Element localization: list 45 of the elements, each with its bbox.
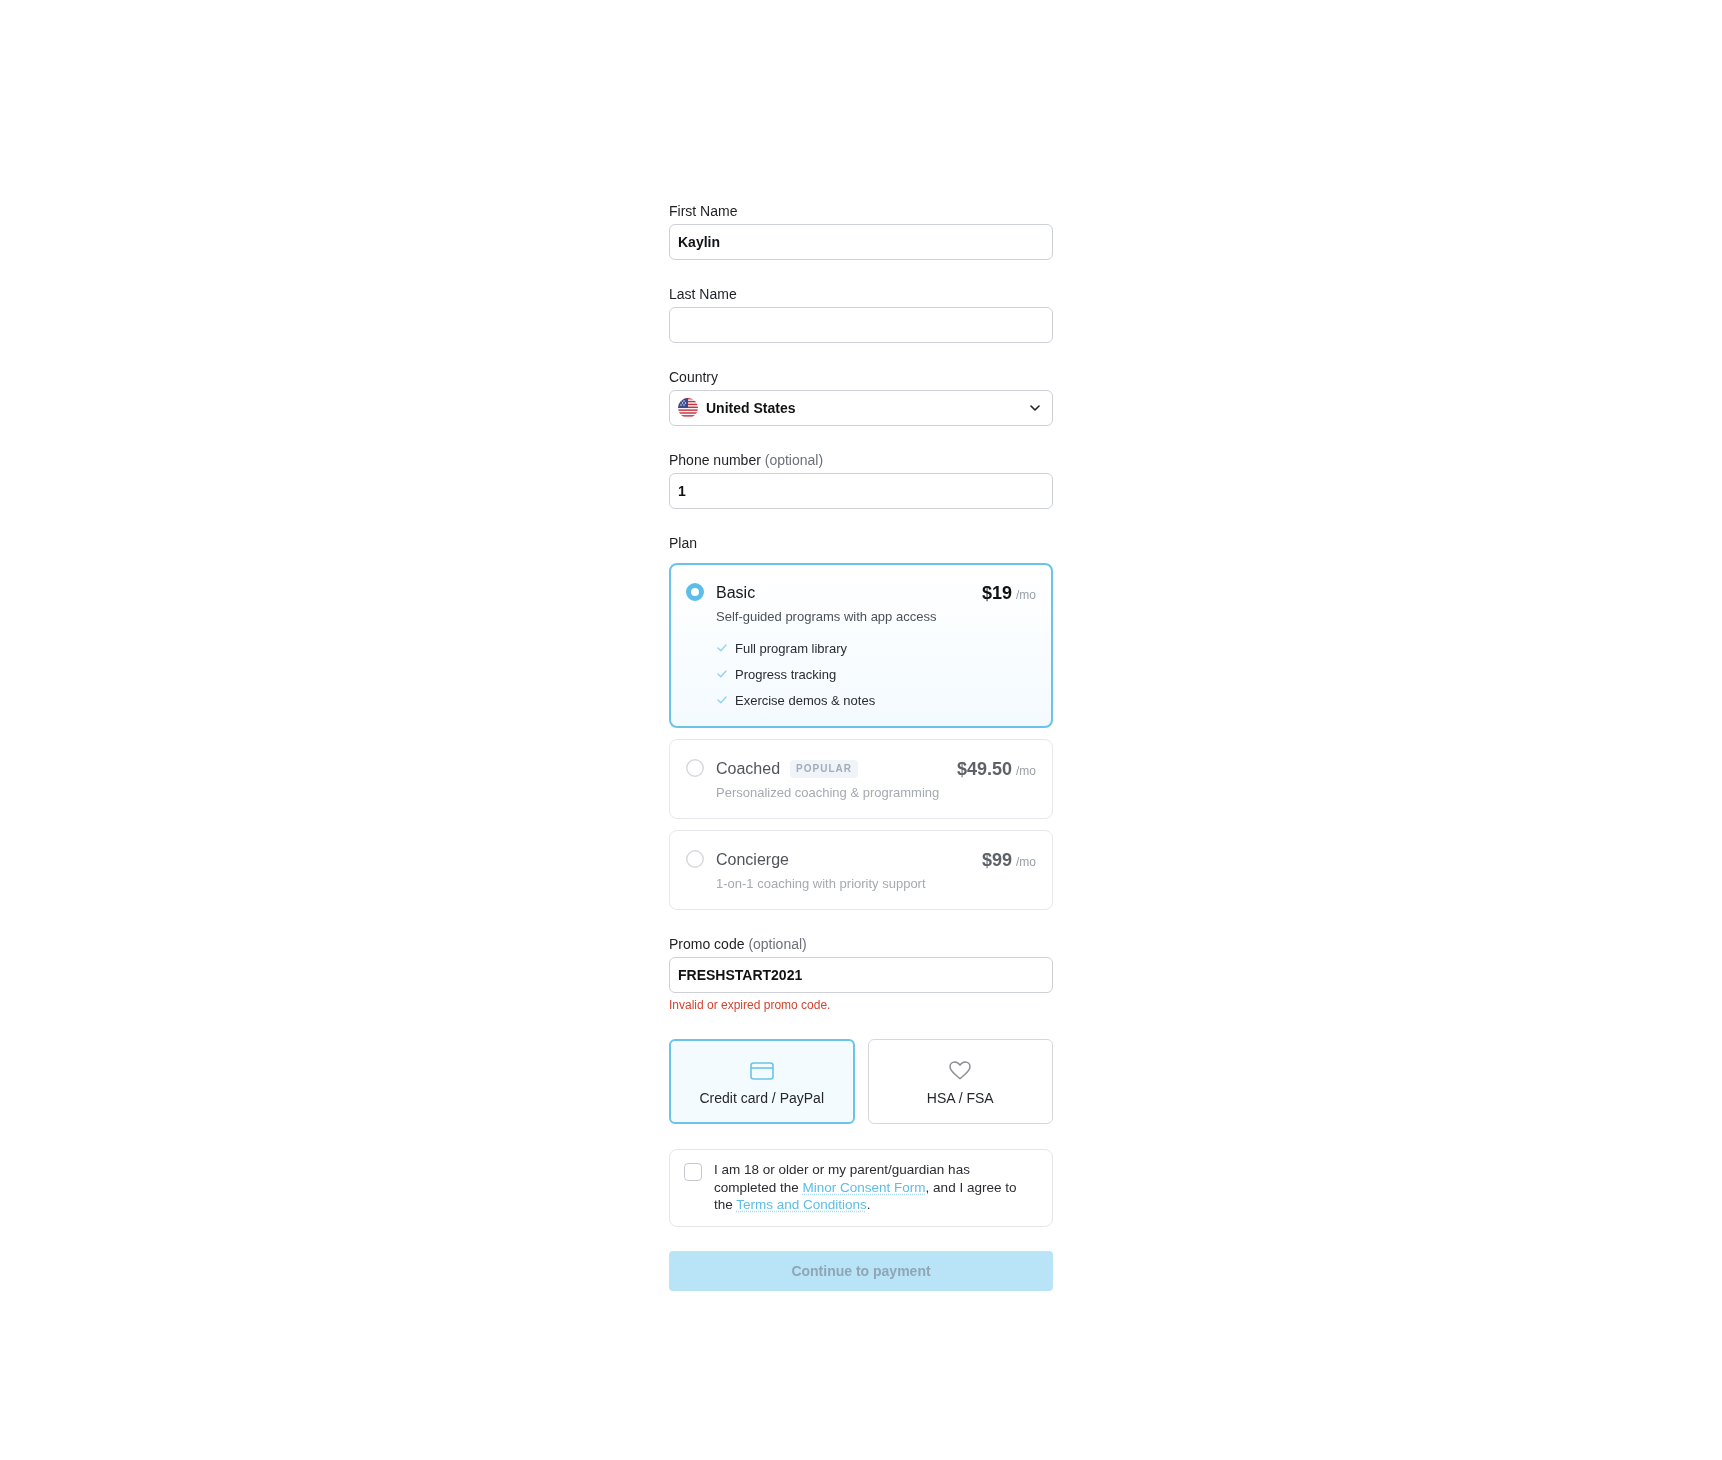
plan-card[interactable]: Coached POPULAR $49.50 /mo Personalized coaching & programming <box>669 739 1053 819</box>
plan-name: Concierge <box>716 850 789 870</box>
check-icon <box>717 644 727 652</box>
input-field[interactable]: 1 <box>669 473 1053 509</box>
field-label: Phone number (optional) <box>669 451 825 470</box>
payment-option[interactable]: Credit card / PayPal <box>669 1039 855 1124</box>
flag-icon <box>678 398 698 418</box>
plan-description: 1-on-1 coaching with priority support <box>716 875 927 893</box>
consent-text: I am 18 or older or my parent/guardian has completed the Minor Consent Form, and I agree to the Terms and Conditions. <box>714 1161 1018 1214</box>
plan-card[interactable]: Concierge $99 /mo 1-on-1 coaching with priority support <box>669 830 1053 910</box>
plan-card[interactable]: Basic $19 /mo Self-guided programs with app access Full program library Progress tracking Exercise demos & notes <box>669 563 1053 728</box>
check-icon <box>717 696 727 704</box>
checkbox[interactable] <box>684 1163 702 1181</box>
check-icon <box>717 670 727 678</box>
field-label: Last Name <box>669 285 738 304</box>
feature-text: Exercise demos & notes <box>735 692 876 708</box>
plan-description: Self-guided programs with app access <box>716 608 938 626</box>
plan-name: Basic <box>716 583 756 603</box>
chevron-down-icon <box>1030 405 1040 411</box>
price-period: /mo <box>1016 853 1036 871</box>
input-field[interactable]: Kaylin <box>669 224 1053 260</box>
country-select[interactable]: United States <box>669 390 1053 426</box>
plan-description: Personalized coaching & programming <box>716 784 941 802</box>
price-period: /mo <box>1016 586 1036 604</box>
heart-icon <box>949 1061 972 1080</box>
field-label: First Name <box>669 202 739 221</box>
plan-price: $19 <box>981 582 1012 604</box>
radio-icon[interactable] <box>686 583 704 601</box>
error-text: Invalid or expired promo code. <box>669 997 832 1013</box>
price-period: /mo <box>1016 762 1036 780</box>
input-field[interactable] <box>669 307 1053 343</box>
field-label: Promo code (optional) <box>669 935 808 954</box>
credit-card-icon <box>749 1061 774 1080</box>
popular-badge: POPULAR <box>790 760 858 778</box>
feature-text: Progress tracking <box>735 666 837 682</box>
radio-icon[interactable] <box>686 850 704 868</box>
radio-icon[interactable] <box>686 759 704 777</box>
plan-price: $49.50 <box>956 758 1012 780</box>
field-label: Plan <box>669 534 699 553</box>
plan-name: Coached <box>716 759 781 779</box>
plan-price: $99 <box>981 849 1012 871</box>
feature-text: Full program library <box>735 640 847 656</box>
payment-option[interactable]: HSA / FSA <box>867 1039 1053 1124</box>
input-field[interactable]: FRESHSTART2021 <box>669 957 1053 993</box>
field-label: Country <box>669 368 720 387</box>
